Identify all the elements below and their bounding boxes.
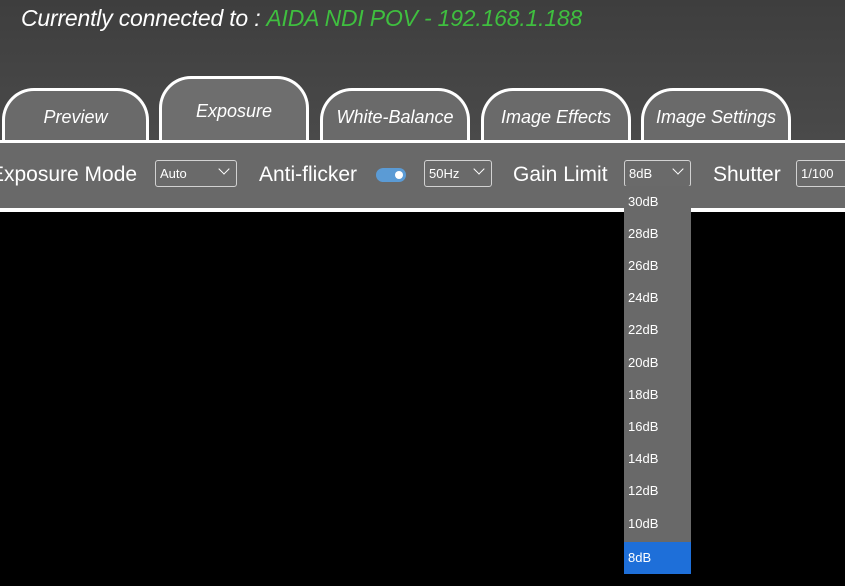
option-label: 28dB (628, 226, 659, 241)
anti-flicker-toggle[interactable] (376, 168, 406, 182)
app-header: Currently connected to : AIDA NDI POV - 1… (0, 0, 845, 142)
tab-exposure[interactable]: Exposure (159, 76, 309, 142)
chevron-down-icon (473, 163, 485, 175)
option-label: 8dB (628, 550, 652, 565)
gain-option-26db[interactable]: 26dB (624, 250, 691, 282)
exposure-toolbar: Exposure Mode Auto Anti-flicker 50Hz Gai… (0, 140, 845, 212)
gain-limit-select[interactable]: 8dB (624, 160, 691, 187)
toggle-knob (395, 171, 403, 179)
option-label: 26dB (628, 258, 659, 273)
device-name: AIDA NDI POV - 192.168.1.188 (266, 5, 583, 31)
tab-label: Exposure (195, 101, 273, 121)
anti-flicker-frequency-select[interactable]: 50Hz (424, 160, 492, 187)
gain-option-10db[interactable]: 10dB (624, 508, 691, 540)
exposure-mode-value: Auto (160, 166, 187, 181)
chevron-down-icon (218, 163, 230, 175)
gain-option-22db[interactable]: 22dB (624, 314, 691, 346)
option-label: 30dB (628, 194, 659, 209)
gain-limit-dropdown-list: 30dB 28dB 26dB 24dB 22dB 20dB 18dB 16dB … (624, 186, 691, 574)
gain-option-16db[interactable]: 16dB (624, 411, 691, 443)
option-label: 12dB (628, 483, 659, 498)
tab-label: Image Settings (655, 107, 777, 127)
tab-image-settings[interactable]: Image Settings (641, 88, 791, 142)
exposure-mode-select[interactable]: Auto (155, 160, 237, 187)
gain-option-28db[interactable]: 28dB (624, 218, 691, 250)
gain-option-24db[interactable]: 24dB (624, 282, 691, 314)
anti-flicker-frequency-value: 50Hz (429, 166, 460, 181)
chevron-down-icon (672, 163, 684, 175)
tab-label: Image Effects (500, 107, 612, 127)
anti-flicker-label: Anti-flicker (259, 163, 358, 186)
gain-option-14db[interactable]: 14dB (624, 443, 691, 475)
tab-preview[interactable]: Preview (2, 88, 149, 142)
tab-white-balance[interactable]: White-Balance (320, 88, 470, 142)
gain-option-20db[interactable]: 20dB (624, 347, 691, 379)
gain-option-12db[interactable]: 12dB (624, 475, 691, 507)
tab-label: White-Balance (336, 107, 454, 127)
option-label: 22dB (628, 322, 659, 337)
tab-image-effects[interactable]: Image Effects (481, 88, 631, 142)
option-label: 14dB (628, 451, 659, 466)
gain-option-18db[interactable]: 18dB (624, 379, 691, 411)
exposure-mode-label: Exposure Mode (0, 163, 138, 186)
gain-option-30db[interactable]: 30dB (624, 186, 691, 218)
option-label: 24dB (628, 290, 659, 305)
connection-status: Currently connected to : AIDA NDI POV - 1… (21, 5, 582, 32)
connected-label: Currently connected to : (21, 5, 261, 31)
gain-option-8db[interactable]: 8dB (624, 542, 691, 574)
shutter-label: Shutter (713, 163, 781, 186)
shutter-select[interactable]: 1/100 (796, 160, 845, 187)
option-label: 20dB (628, 355, 659, 370)
option-label: 16dB (628, 419, 659, 434)
shutter-value: 1/100 (801, 166, 834, 181)
option-label: 10dB (628, 516, 659, 531)
gain-limit-value: 8dB (629, 166, 653, 181)
tab-label: Preview (43, 107, 108, 127)
option-label: 18dB (628, 387, 659, 402)
gain-limit-label: Gain Limit (513, 163, 608, 186)
